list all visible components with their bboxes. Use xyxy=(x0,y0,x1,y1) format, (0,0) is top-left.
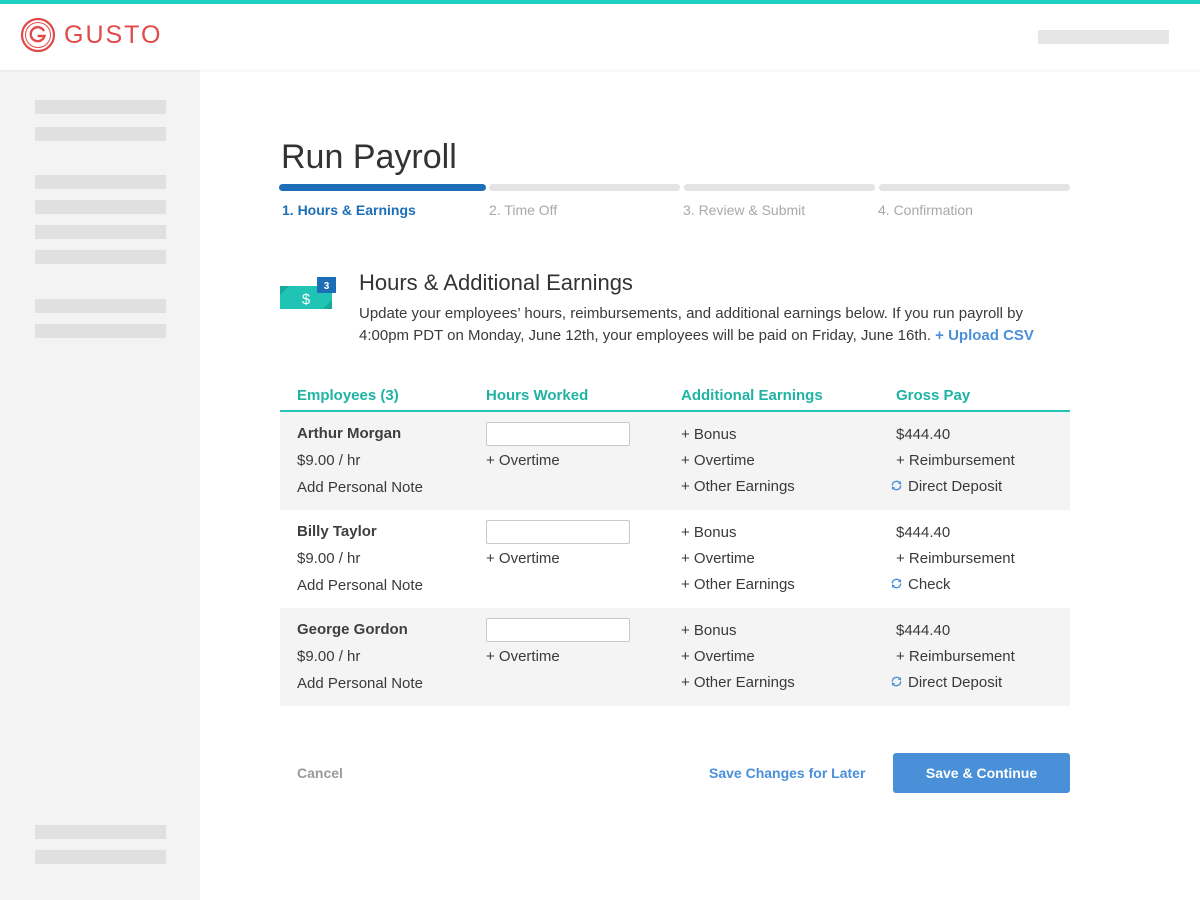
payroll-table: Employees (3) Hours Worked Additional Ea… xyxy=(280,378,1070,706)
sidebar-item-placeholder[interactable] xyxy=(35,225,166,239)
payment-method-label: Direct Deposit xyxy=(908,478,1003,495)
progress-segment-1 xyxy=(279,184,486,191)
section-description: Update your employees’ hours, reimbursem… xyxy=(359,303,1069,347)
add-bonus-link[interactable]: + Bonus xyxy=(681,426,736,443)
refresh-icon xyxy=(891,480,902,491)
refresh-icon xyxy=(891,578,902,589)
section-description-text: Update your employees’ hours, reimbursem… xyxy=(359,305,1023,344)
sidebar-item-placeholder[interactable] xyxy=(35,200,166,214)
add-reimbursement-link[interactable]: + Reimbursement xyxy=(896,648,1015,665)
add-overtime-hours-link[interactable]: + Overtime xyxy=(486,550,560,567)
section-title: Hours & Additional Earnings xyxy=(359,270,633,295)
payment-method-toggle[interactable]: Check xyxy=(890,576,951,593)
step-hours-earnings[interactable]: 1. Hours & Earnings xyxy=(282,202,416,218)
col-additional-earnings: Additional Earnings xyxy=(681,387,823,404)
employee-name: Billy Taylor xyxy=(297,523,377,540)
cancel-button[interactable]: Cancel xyxy=(297,765,343,781)
payment-method-label: Direct Deposit xyxy=(908,674,1003,691)
refresh-icon xyxy=(891,676,902,687)
sidebar-item-placeholder[interactable] xyxy=(35,100,166,114)
sidebar-item-placeholder[interactable] xyxy=(35,127,166,141)
add-reimbursement-link[interactable]: + Reimbursement xyxy=(896,550,1015,567)
sidebar-item-placeholder[interactable] xyxy=(35,299,166,313)
employee-name: Arthur Morgan xyxy=(297,425,402,442)
col-employees: Employees (3) xyxy=(297,387,399,404)
progress-segment-4 xyxy=(879,184,1070,191)
money-icon: $ 3 xyxy=(280,277,336,309)
page-title: Run Payroll xyxy=(281,138,457,176)
sidebar-item-placeholder[interactable] xyxy=(35,324,166,338)
add-personal-note-link[interactable]: Add Personal Note xyxy=(297,479,423,496)
upload-csv-link[interactable]: + Upload CSV xyxy=(935,327,1034,344)
employee-rate: $9.00 / hr xyxy=(297,648,361,665)
gross-pay-amount: $444.40 xyxy=(896,524,951,541)
table-row: George Gordon $9.00 / hr Add Personal No… xyxy=(280,608,1070,706)
add-overtime-hours-link[interactable]: + Overtime xyxy=(486,452,560,469)
app-header: GUSTO xyxy=(0,4,1200,70)
employee-rate: $9.00 / hr xyxy=(297,452,361,469)
sidebar xyxy=(0,70,200,900)
progress-segment-3 xyxy=(684,184,875,191)
add-other-earnings-link[interactable]: + Other Earnings xyxy=(681,576,795,593)
payment-method-label: Check xyxy=(908,576,951,593)
add-personal-note-link[interactable]: Add Personal Note xyxy=(297,675,423,692)
gusto-logo-icon xyxy=(20,17,56,53)
header-user-placeholder xyxy=(1038,30,1169,44)
sidebar-item-placeholder[interactable] xyxy=(35,850,166,864)
sidebar-item-placeholder[interactable] xyxy=(35,175,166,189)
col-hours-worked: Hours Worked xyxy=(486,387,589,404)
add-bonus-link[interactable]: + Bonus xyxy=(681,622,736,639)
gross-pay-amount: $444.40 xyxy=(896,426,951,443)
payment-method-toggle[interactable]: Direct Deposit xyxy=(890,674,1002,691)
progress-bar xyxy=(279,184,1070,191)
add-overtime-earnings-link[interactable]: + Overtime xyxy=(681,648,755,665)
add-overtime-earnings-link[interactable]: + Overtime xyxy=(681,452,755,469)
save-continue-button[interactable]: Save & Continue xyxy=(893,753,1070,793)
add-other-earnings-link[interactable]: + Other Earnings xyxy=(681,674,795,691)
add-bonus-link[interactable]: + Bonus xyxy=(681,524,736,541)
save-changes-later-button[interactable]: Save Changes for Later xyxy=(709,765,865,781)
add-reimbursement-link[interactable]: + Reimbursement xyxy=(896,452,1015,469)
hours-worked-input[interactable] xyxy=(486,422,630,446)
sidebar-item-placeholder[interactable] xyxy=(35,825,166,839)
progress-segment-2 xyxy=(489,184,680,191)
add-other-earnings-link[interactable]: + Other Earnings xyxy=(681,478,795,495)
svg-text:$: $ xyxy=(302,291,311,308)
hours-worked-input[interactable] xyxy=(486,618,630,642)
step-time-off[interactable]: 2. Time Off xyxy=(489,202,557,218)
employee-rate: $9.00 / hr xyxy=(297,550,361,567)
table-row: Billy Taylor $9.00 / hr Add Personal Not… xyxy=(280,510,1070,608)
gusto-logo[interactable]: GUSTO xyxy=(20,17,162,53)
col-gross-pay: Gross Pay xyxy=(896,387,971,404)
gross-pay-amount: $444.40 xyxy=(896,622,951,639)
add-overtime-hours-link[interactable]: + Overtime xyxy=(486,648,560,665)
sidebar-item-placeholder[interactable] xyxy=(35,250,166,264)
table-header: Employees (3) Hours Worked Additional Ea… xyxy=(280,378,1070,412)
employee-name: George Gordon xyxy=(297,621,408,638)
step-confirmation[interactable]: 4. Confirmation xyxy=(878,202,973,218)
hours-worked-input[interactable] xyxy=(486,520,630,544)
step-review-submit[interactable]: 3. Review & Submit xyxy=(683,202,805,218)
payment-method-toggle[interactable]: Direct Deposit xyxy=(890,478,1002,495)
add-overtime-earnings-link[interactable]: + Overtime xyxy=(681,550,755,567)
add-personal-note-link[interactable]: Add Personal Note xyxy=(297,577,423,594)
money-icon-badge: 3 xyxy=(324,281,330,292)
brand-name: GUSTO xyxy=(64,20,163,49)
table-row: Arthur Morgan $9.00 / hr Add Personal No… xyxy=(280,412,1070,510)
